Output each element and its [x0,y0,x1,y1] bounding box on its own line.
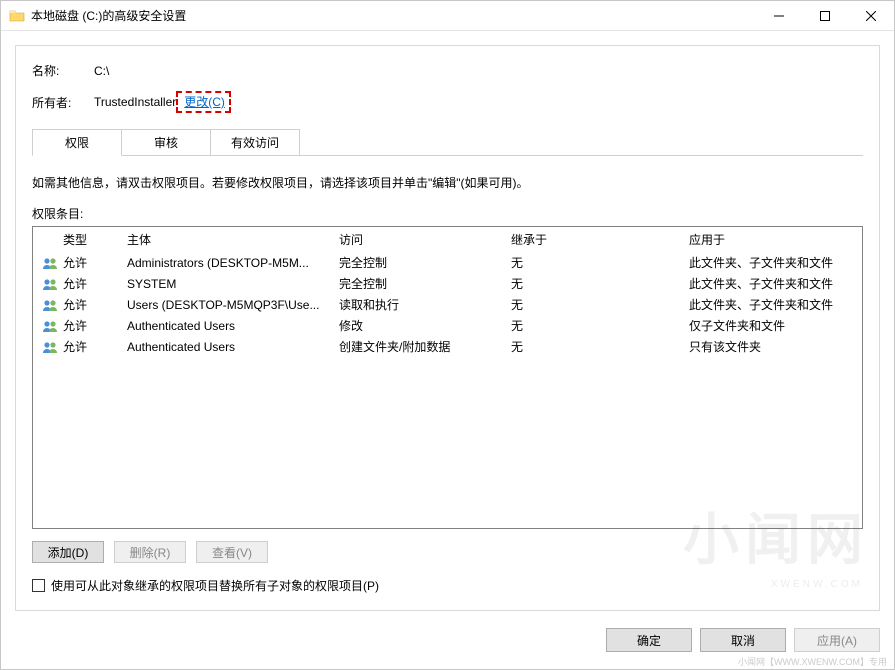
tabs: 权限 审核 有效访问 [32,129,863,156]
cell-type: 允许 [63,338,127,355]
users-icon [41,340,63,354]
close-button[interactable] [848,1,894,31]
cell-inherit: 无 [511,254,689,271]
permission-header: 类型 主体 访问 继承于 应用于 [33,227,862,252]
checkbox-icon[interactable] [32,579,45,592]
replace-inherit-row[interactable]: 使用可从此对象继承的权限项目替换所有子对象的权限项目(P) [32,577,863,594]
users-icon [41,277,63,291]
table-row[interactable]: 允许Authenticated Users创建文件夹/附加数据无只有该文件夹 [33,336,862,357]
change-owner-link[interactable]: 更改(C) [184,95,225,109]
owner-row: 所有者: TrustedInstaller 更改(C) [32,91,863,113]
add-button[interactable]: 添加(D) [32,541,104,563]
cell-type: 允许 [63,296,127,313]
cell-access: 创建文件夹/附加数据 [339,338,511,355]
cell-access: 修改 [339,317,511,334]
table-row[interactable]: 允许Users (DESKTOP-M5MQP3F\Use...读取和执行无此文件… [33,294,862,315]
users-icon [41,256,63,270]
cell-inherit: 无 [511,338,689,355]
ok-button[interactable]: 确定 [606,628,692,652]
cell-inherit: 无 [511,296,689,313]
inner-panel: 名称: C:\ 所有者: TrustedInstaller 更改(C) 权限 审… [15,45,880,611]
table-row[interactable]: 允许Authenticated Users修改无仅子文件夹和文件 [33,315,862,336]
apply-button[interactable]: 应用(A) [794,628,880,652]
col-principal: 主体 [127,231,339,248]
cell-applies: 此文件夹、子文件夹和文件 [689,254,854,271]
owner-label: 所有者: [32,94,94,111]
cell-inherit: 无 [511,275,689,292]
footer: 确定 取消 应用(A) 小闻网【WWW.XWENW.COM】专用 [1,625,894,669]
col-inherit: 继承于 [511,231,689,248]
cell-access: 完全控制 [339,275,511,292]
cell-applies: 只有该文件夹 [689,338,854,355]
owner-value: TrustedInstaller [94,95,176,109]
cell-inherit: 无 [511,317,689,334]
remove-button[interactable]: 删除(R) [114,541,186,563]
cell-principal: Authenticated Users [127,340,339,354]
cell-principal: Administrators (DESKTOP-M5M... [127,256,339,270]
minimize-button[interactable] [756,1,802,31]
cell-access: 读取和执行 [339,296,511,313]
button-row: 添加(D) 删除(R) 查看(V) [32,541,863,563]
change-highlight: 更改(C) [176,91,231,113]
maximize-button[interactable] [802,1,848,31]
name-value: C:\ [94,64,109,78]
description-text: 如需其他信息，请双击权限项目。若要修改权限项目，请选择该项目并单击"编辑"(如果… [32,174,863,191]
table-row[interactable]: 允许SYSTEM完全控制无此文件夹、子文件夹和文件 [33,273,862,294]
folder-icon [9,8,25,24]
window-title: 本地磁盘 (C:)的高级安全设置 [31,7,186,24]
permission-entries-label: 权限条目: [32,205,863,222]
cell-applies: 仅子文件夹和文件 [689,317,854,334]
permission-list[interactable]: 类型 主体 访问 继承于 应用于 允许Administrators (DESKT… [32,226,863,529]
watermark-bottom: 小闻网【WWW.XWENW.COM】专用 [738,655,887,668]
view-button[interactable]: 查看(V) [196,541,268,563]
users-icon [41,298,63,312]
cell-type: 允许 [63,317,127,334]
cell-principal: SYSTEM [127,277,339,291]
window: 本地磁盘 (C:)的高级安全设置 名称: C:\ 所有者: TrustedIns… [0,0,895,670]
col-applies: 应用于 [689,231,854,248]
replace-inherit-label: 使用可从此对象继承的权限项目替换所有子对象的权限项目(P) [51,577,379,594]
cell-access: 完全控制 [339,254,511,271]
name-label: 名称: [32,62,94,79]
cell-principal: Users (DESKTOP-M5MQP3F\Use... [127,298,339,312]
cancel-button[interactable]: 取消 [700,628,786,652]
cell-type: 允许 [63,275,127,292]
users-icon [41,319,63,333]
col-access: 访问 [339,231,511,248]
name-row: 名称: C:\ [32,62,863,79]
titlebar: 本地磁盘 (C:)的高级安全设置 [1,1,894,31]
cell-type: 允许 [63,254,127,271]
cell-principal: Authenticated Users [127,319,339,333]
tab-effective-access[interactable]: 有效访问 [210,129,300,156]
content: 名称: C:\ 所有者: TrustedInstaller 更改(C) 权限 审… [1,31,894,625]
cell-applies: 此文件夹、子文件夹和文件 [689,275,854,292]
table-row[interactable]: 允许Administrators (DESKTOP-M5M...完全控制无此文件… [33,252,862,273]
tab-permissions[interactable]: 权限 [32,129,122,156]
cell-applies: 此文件夹、子文件夹和文件 [689,296,854,313]
tab-auditing[interactable]: 审核 [121,129,211,156]
col-type: 类型 [63,231,127,248]
